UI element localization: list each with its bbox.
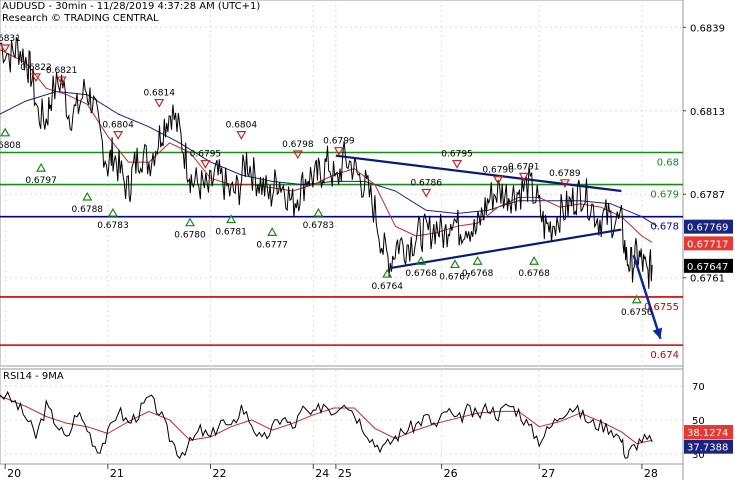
swing-low-marker	[472, 256, 483, 265]
swing-high-marker	[200, 159, 211, 169]
price-badge-label: 0.67769	[687, 223, 728, 234]
swing-high-label: 0.6799	[323, 137, 355, 147]
x-tick-label: 25	[338, 467, 352, 480]
swing-high-marker	[421, 188, 432, 198]
x-tick-label: 21	[110, 467, 124, 480]
swing-high-label: 0.6821	[46, 66, 78, 76]
level-label: 0.68	[657, 158, 679, 169]
swing-high-marker	[236, 131, 247, 140]
level-label: 0.674	[650, 350, 679, 361]
swing-low-marker	[107, 207, 119, 217]
rsi-badge-label: 38.1274	[687, 428, 728, 439]
swing-low-label: 0.6788	[72, 205, 104, 215]
x-tick-label: 27	[541, 467, 555, 480]
x-tick-label: 22	[213, 467, 227, 480]
y-tick-label: 0.6813	[690, 107, 725, 118]
level-label: 0.678	[650, 222, 679, 233]
swing-low-marker	[184, 217, 196, 227]
swing-high-label: 0.6791	[508, 162, 540, 172]
swing-high-marker	[452, 159, 463, 169]
swing-low-label: 0.6768	[518, 269, 550, 279]
price-badge-label: 0.67647	[687, 262, 728, 273]
rsi-badge-label: 37.7388	[687, 443, 728, 454]
swing-high-marker	[154, 98, 165, 108]
swing-low-label: 0.6783	[303, 221, 335, 231]
swing-high-label: 0.6795	[190, 150, 222, 160]
price-line	[0, 37, 653, 289]
rsi-title: RSI14 - 9MA	[3, 371, 64, 382]
x-tick-label: 26	[444, 467, 458, 480]
swing-high-label: 0.6831	[0, 34, 21, 44]
rsi-line	[0, 390, 653, 459]
x-tick-label: 28	[644, 467, 658, 480]
swing-high-label: 0.6804	[226, 121, 258, 131]
y-tick-label: 0.6787	[690, 190, 725, 201]
x-tick-label: 24	[315, 467, 329, 480]
price-badge-label: 0.67717	[687, 239, 728, 250]
x-tick-label: 20	[7, 467, 21, 480]
swing-low-label: 0.6768	[405, 269, 437, 279]
swing-low-label: 0.6797	[25, 176, 57, 186]
swing-low-marker	[36, 162, 47, 172]
swing-low-label: 0.6808	[0, 141, 21, 151]
swing-low-label: 0.6777	[256, 240, 288, 250]
price-panel-frame	[0, 0, 684, 367]
trendline	[390, 228, 622, 270]
swing-high-label: 0.6786	[410, 178, 442, 188]
swing-low-marker	[529, 256, 540, 265]
swing-low-label: 0.6783	[97, 221, 129, 231]
swing-low-label: 0.6756	[621, 308, 653, 318]
price-chart: 20 21 22 24 25 26 27 28 0.6839 0.6813 0.6787 0.6761…	[0, 0, 733, 480]
y-tick-label: 0.6761	[690, 274, 725, 285]
swing-low-label: 0.6764	[371, 282, 403, 292]
swing-high-label: 0.6795	[441, 150, 473, 160]
level-label: 0.679	[650, 190, 679, 201]
swing-high-label: 0.6814	[143, 89, 175, 99]
swing-low-marker	[449, 259, 461, 269]
swing-high-marker	[113, 131, 124, 140]
swing-low-label: 0.6780	[174, 231, 206, 241]
swing-high-label: 0.6798	[282, 140, 314, 150]
swing-low-marker	[0, 127, 11, 137]
swing-low-marker	[313, 207, 324, 217]
swing-low-label: 0.6781	[215, 228, 247, 238]
swing-high-label: 0.6789	[549, 169, 581, 179]
swing-low-label: 0.6768	[462, 269, 494, 279]
swing-low-marker	[267, 227, 278, 236]
rsi-tick-label: 70	[692, 382, 705, 393]
y-tick-label: 0.6839	[690, 23, 725, 34]
swing-high-label: 0.6804	[102, 121, 134, 131]
